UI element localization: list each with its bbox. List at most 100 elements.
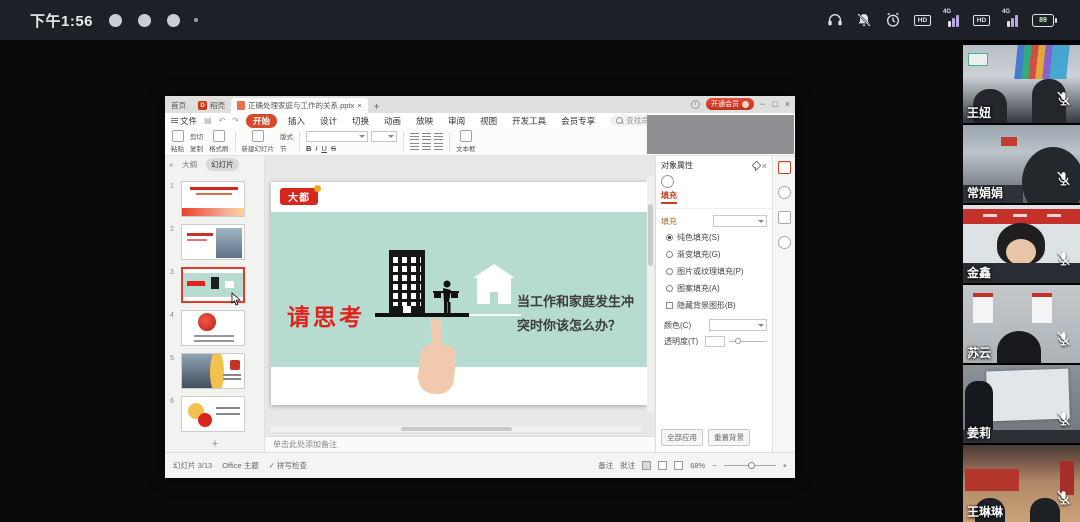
ribbon-tab-slideshow[interactable]: 放映 <box>412 114 437 128</box>
option-picture-fill[interactable]: 图片或纹理填充(P) <box>656 263 772 280</box>
participant-video[interactable]: 姜莉 <box>963 365 1080 443</box>
ribbon-tab-transition[interactable]: 切换 <box>348 114 373 128</box>
notes-toggle[interactable]: 备注 <box>598 460 613 471</box>
slide-thumbnail-3-selected[interactable]: 3 <box>165 266 265 306</box>
cut-button[interactable]: 剪切 <box>190 131 203 141</box>
save-icon[interactable]: ▤ <box>204 116 212 125</box>
align-center-icon[interactable] <box>422 143 431 151</box>
transparency-slider[interactable] <box>729 341 767 342</box>
fill-preset-combo[interactable] <box>713 215 767 227</box>
layout-button[interactable]: 版式 <box>280 131 293 141</box>
textbox-button[interactable]: 文本框 <box>456 130 476 153</box>
paste-button[interactable]: 粘贴 <box>171 130 184 153</box>
properties-strip-icon[interactable] <box>778 161 791 174</box>
ribbon-tab-devtools[interactable]: 开发工具 <box>508 114 550 128</box>
radio-icon <box>666 285 673 292</box>
slide-thumbnail-6[interactable]: 6 <box>165 395 265 435</box>
reset-background-button[interactable]: 重置背景 <box>708 429 750 446</box>
design-strip-icon[interactable] <box>778 211 791 224</box>
ribbon-tab-insert[interactable]: 插入 <box>284 114 309 128</box>
numbering-icon[interactable] <box>422 133 431 141</box>
maximize-button[interactable]: □ <box>772 99 778 109</box>
minimize-button[interactable]: − <box>760 99 766 109</box>
zoom-slider[interactable] <box>724 465 776 466</box>
sorter-view-icon[interactable] <box>658 461 667 470</box>
apply-all-button[interactable]: 全部应用 <box>661 429 703 446</box>
fill-tab[interactable]: 填充 <box>661 190 677 204</box>
info-icon[interactable]: i <box>691 100 700 109</box>
slide-thumbnail-2[interactable]: 2 <box>165 223 265 263</box>
align-left-icon[interactable] <box>410 143 419 151</box>
slideshow-view-icon[interactable] <box>674 461 683 470</box>
clock: 下午1:56 <box>30 10 93 31</box>
animation-strip-icon[interactable] <box>778 186 791 199</box>
mic-muted-icon <box>1055 90 1072 107</box>
option-solid-fill[interactable]: 纯色填充(S) <box>656 229 772 246</box>
mic-muted-icon <box>1055 330 1072 347</box>
comments-toggle[interactable]: 批注 <box>620 460 635 471</box>
participant-video[interactable]: 金鑫 <box>963 205 1080 283</box>
slide-thumbnail-4[interactable]: 4 <box>165 309 265 349</box>
option-gradient-fill[interactable]: 渐变填充(G) <box>656 246 772 263</box>
zoom-in-button[interactable]: + <box>783 461 787 470</box>
tab-docer[interactable]: D稻壳 <box>192 98 231 113</box>
bold-button[interactable]: B <box>306 144 311 153</box>
ribbon-tab-view[interactable]: 视图 <box>476 114 501 128</box>
ribbon-tab-animation[interactable]: 动画 <box>380 114 405 128</box>
panel-close-icon[interactable]: × <box>762 161 767 171</box>
font-name-combo[interactable] <box>306 131 368 142</box>
bullets-icon[interactable] <box>410 133 419 141</box>
tab-outline[interactable]: 大纲 <box>177 158 202 171</box>
undo-icon[interactable]: ↶ <box>219 116 226 125</box>
add-slide-button[interactable]: + <box>165 438 265 450</box>
tab-close-icon[interactable]: × <box>357 101 361 110</box>
horizontal-scrollbar[interactable] <box>271 426 641 432</box>
participant-name: 金鑫 <box>967 264 991 281</box>
close-button[interactable]: × <box>785 99 791 109</box>
ribbon-tab-design[interactable]: 设计 <box>316 114 341 128</box>
color-picker-combo[interactable] <box>709 319 767 331</box>
file-menu-button[interactable]: 文件 <box>171 115 197 127</box>
font-size-combo[interactable] <box>371 131 397 142</box>
zoom-out-button[interactable]: − <box>712 461 716 470</box>
ribbon-tab-start[interactable]: 开始 <box>246 114 277 128</box>
section-button[interactable]: 节 <box>280 143 293 153</box>
ribbon-tab-review[interactable]: 审阅 <box>444 114 469 128</box>
new-slide-button[interactable]: 新建幻灯片 <box>242 130 275 153</box>
line-spacing-icon[interactable] <box>434 143 443 151</box>
pin-icon[interactable] <box>751 162 759 170</box>
vertical-scrollbar[interactable] <box>647 176 654 412</box>
participant-video[interactable]: 王琳琳 <box>963 445 1080 522</box>
current-slide[interactable]: 大都 请思考 <box>271 182 647 405</box>
transparency-spinbox[interactable] <box>705 336 725 347</box>
underline-button[interactable]: U <box>322 144 327 153</box>
italic-button[interactable]: I <box>315 144 317 153</box>
new-tab-button[interactable]: + <box>368 102 386 113</box>
participant-video[interactable]: 苏云 <box>963 285 1080 363</box>
tab-slides[interactable]: 幻灯片 <box>206 158 239 171</box>
zoom-level[interactable]: 68% <box>690 461 705 470</box>
notes-bar[interactable]: 单击此处添加备注 <box>265 436 655 452</box>
indent-icon[interactable] <box>434 133 443 141</box>
collapse-panel-button[interactable]: « <box>169 160 173 169</box>
slide-thumbnail-1[interactable]: 1 <box>165 180 265 220</box>
option-hide-background[interactable]: 隐藏背景图形(B) <box>656 297 772 314</box>
redo-icon[interactable]: ↷ <box>232 116 239 125</box>
member-button[interactable]: 开通会员 <box>706 98 754 110</box>
normal-view-icon[interactable] <box>642 461 651 470</box>
participant-video[interactable]: 王妞 <box>963 45 1080 123</box>
copy-button[interactable]: 复制 <box>190 143 203 153</box>
help-strip-icon[interactable] <box>778 236 791 249</box>
tab-document[interactable]: 正确处理家庭与工作的关系.pptx × <box>231 98 368 113</box>
tab-home[interactable]: 首页 <box>165 98 192 113</box>
participant-video[interactable]: 常娟娟 <box>963 125 1080 203</box>
strikethrough-button[interactable]: S <box>331 144 336 153</box>
option-pattern-fill[interactable]: 图案填充(A) <box>656 280 772 297</box>
slide-thumbnail-5[interactable]: 5 <box>165 352 265 392</box>
format-painter-button[interactable]: 格式刷 <box>209 130 229 153</box>
spellcheck-button[interactable]: ✓拼写检查 <box>269 460 307 471</box>
ribbon-tab-member[interactable]: 会员专享 <box>557 114 599 128</box>
wps-tabbar: 首页 D稻壳 正确处理家庭与工作的关系.pptx × + i 开通会员 − □ … <box>165 96 795 113</box>
checkbox-icon <box>666 302 673 309</box>
slide-canvas[interactable]: 大都 请思考 <box>265 156 655 452</box>
